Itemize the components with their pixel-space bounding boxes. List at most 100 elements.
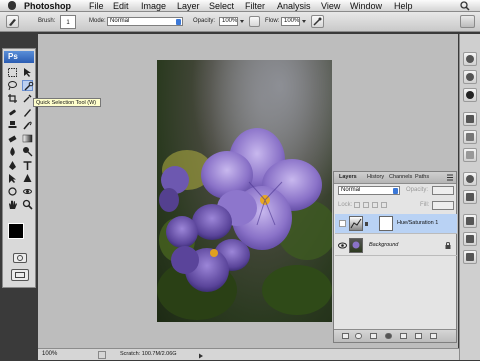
3d-rotate-tool[interactable] — [7, 186, 18, 197]
chain-link-icon[interactable] — [365, 222, 368, 226]
menu-view[interactable]: View — [321, 0, 340, 12]
lock-image-icon[interactable] — [363, 202, 369, 208]
shape-tool[interactable] — [22, 173, 33, 184]
type-tool[interactable] — [22, 160, 33, 171]
new-adjustment-icon[interactable] — [385, 333, 392, 339]
new-layer-icon[interactable] — [415, 333, 422, 339]
spotlight-icon[interactable] — [460, 1, 470, 11]
zoom-level[interactable]: 100% — [42, 350, 70, 359]
visibility-eye-icon[interactable] — [339, 220, 346, 227]
tab-paths[interactable]: Paths — [415, 174, 429, 180]
brush-tool[interactable] — [22, 107, 33, 118]
lock-transparent-icon[interactable] — [354, 202, 360, 208]
workspace-button[interactable] — [460, 15, 475, 28]
new-group-icon[interactable] — [400, 333, 407, 339]
status-menu-arrow-icon[interactable] — [198, 352, 204, 359]
hand-tool[interactable] — [7, 199, 18, 210]
screen-mode-button[interactable] — [11, 269, 29, 281]
visibility-eye-icon[interactable] — [338, 242, 347, 249]
status-bar: 100% Scratch: 100.7M/2.06G — [38, 348, 459, 360]
chevron-down-icon — [176, 19, 181, 25]
layers-panel-button[interactable] — [463, 214, 477, 228]
quick-selection-tool[interactable] — [22, 80, 34, 91]
menu-image[interactable]: Image — [141, 0, 166, 12]
chevron-down-icon — [393, 188, 398, 194]
color-panel-button[interactable] — [463, 112, 477, 126]
flow-slider-arrow-icon[interactable] — [301, 18, 307, 25]
tablet-pressure-button[interactable] — [249, 16, 260, 27]
layer-row-hue-saturation[interactable]: Hue/Saturation 1 — [335, 214, 457, 234]
histogram-panel-button[interactable] — [463, 70, 477, 84]
spot-healing-tool[interactable] — [7, 107, 18, 118]
opacity-input[interactable]: 100% — [219, 17, 238, 26]
crop-tool[interactable] — [7, 93, 18, 104]
dodge-tool[interactable] — [22, 146, 33, 157]
airbrush-icon — [313, 17, 322, 26]
opacity-label: Opacity: — [193, 18, 216, 24]
trash-icon[interactable] — [430, 333, 437, 339]
layer-row-background[interactable]: Background — [335, 236, 457, 256]
clone-stamp-tool[interactable] — [7, 120, 18, 131]
apple-logo-icon[interactable] — [8, 1, 16, 10]
paths-panel-button[interactable] — [463, 250, 477, 264]
pen-tool[interactable] — [7, 160, 18, 171]
move-tool[interactable] — [22, 67, 33, 78]
lock-all-icon[interactable] — [381, 202, 387, 208]
panel-menu-icon[interactable] — [446, 174, 454, 181]
marquee-tool[interactable] — [7, 67, 18, 78]
styles-panel-button[interactable] — [463, 148, 477, 162]
menu-analysis[interactable]: Analysis — [277, 0, 311, 12]
eraser-tool[interactable] — [7, 133, 18, 144]
mask-circle-icon — [17, 255, 23, 261]
panel-dock — [459, 34, 480, 360]
menu-help[interactable]: Help — [394, 0, 413, 12]
layer-fill-input[interactable] — [432, 201, 454, 210]
swatches-panel-button[interactable] — [463, 130, 477, 144]
quick-mask-button[interactable] — [13, 253, 27, 263]
menu-app-name[interactable]: Photoshop — [24, 0, 71, 12]
blur-tool[interactable] — [7, 146, 18, 157]
tool-tooltip: Quick Selection Tool (W) — [33, 98, 101, 107]
channels-panel-button[interactable] — [463, 232, 477, 246]
layer-mask-thumbnail[interactable] — [379, 216, 393, 231]
menu-window[interactable]: Window — [350, 0, 382, 12]
menu-filter[interactable]: Filter — [245, 0, 265, 12]
menu-edit[interactable]: Edit — [113, 0, 129, 12]
fx-icon[interactable] — [355, 333, 362, 339]
status-preview-icon[interactable] — [98, 351, 106, 359]
tab-layers[interactable]: Layers — [339, 174, 357, 180]
brush-label: Brush: — [38, 18, 56, 24]
brush-size-picker[interactable]: 1 — [60, 15, 76, 29]
navigator-panel-button[interactable] — [463, 52, 477, 66]
tab-history[interactable]: History — [367, 174, 384, 180]
airbrush-button[interactable] — [311, 15, 324, 28]
flow-input[interactable]: 100% — [281, 17, 300, 26]
blend-mode-select[interactable]: Normal — [338, 186, 400, 195]
tab-channels[interactable]: Channels — [389, 174, 412, 180]
lasso-tool[interactable] — [7, 80, 18, 91]
menu-select[interactable]: Select — [209, 0, 234, 12]
layer-opacity-input[interactable] — [432, 186, 454, 195]
menu-layer[interactable]: Layer — [177, 0, 200, 12]
lock-position-icon[interactable] — [372, 202, 378, 208]
mode-select[interactable]: Normal — [107, 17, 183, 26]
menu-file[interactable]: File — [89, 0, 104, 12]
gradient-tool[interactable] — [22, 133, 33, 144]
eyedropper-tool[interactable] — [22, 93, 33, 104]
opacity-slider-arrow-icon[interactable] — [239, 18, 245, 25]
lock-label: Lock: — [338, 202, 353, 208]
adjustments-panel-button[interactable] — [463, 172, 477, 186]
add-mask-icon[interactable] — [370, 333, 377, 339]
path-selection-tool[interactable] — [7, 173, 18, 184]
layers-panel: Layers History Channels Paths Normal Opa… — [333, 171, 457, 343]
link-layers-icon[interactable] — [342, 333, 349, 339]
3d-orbit-tool[interactable] — [22, 186, 33, 197]
info-panel-button[interactable] — [463, 88, 477, 102]
layer-name: Hue/Saturation 1 — [397, 220, 439, 226]
masks-panel-button[interactable] — [463, 190, 477, 204]
history-brush-tool[interactable] — [22, 120, 33, 131]
foreground-color-swatch[interactable] — [8, 223, 24, 239]
tool-preset-picker[interactable] — [6, 15, 19, 28]
zoom-tool[interactable] — [22, 199, 33, 210]
document-image[interactable] — [157, 60, 332, 322]
